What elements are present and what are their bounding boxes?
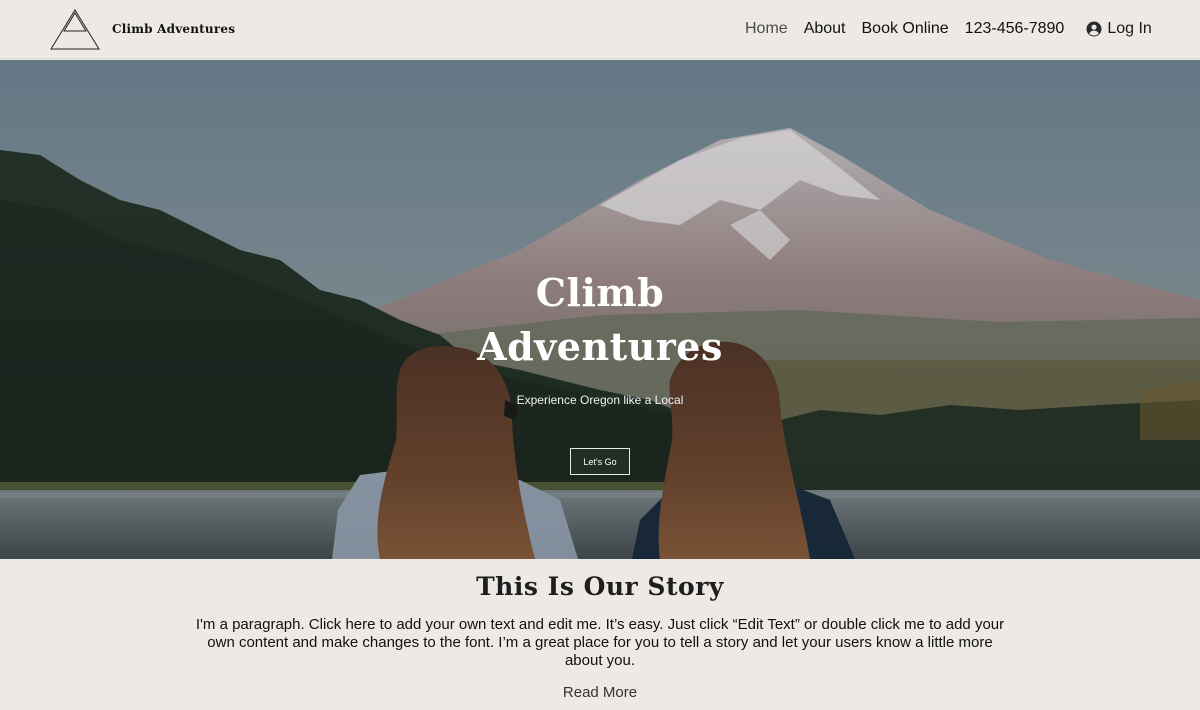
story-heading: This Is Our Story: [476, 572, 724, 601]
nav-home[interactable]: Home: [745, 20, 788, 38]
site-header: Climb Adventures Home About Book Online …: [0, 0, 1200, 59]
read-more-link[interactable]: Read More: [0, 684, 1200, 701]
hero-section: Climb Adventures Experience Oregon like …: [0, 60, 1200, 559]
logo-triangle-icon[interactable]: [50, 9, 100, 51]
hero-title-line-1: Climb: [535, 270, 665, 315]
login-label: Log In: [1107, 20, 1152, 37]
brand-name[interactable]: Climb Adventures: [112, 22, 235, 36]
nav-book-online[interactable]: Book Online: [862, 20, 949, 38]
lets-go-button[interactable]: Let's Go: [570, 448, 630, 475]
hero-subtitle: Experience Oregon like a Local: [516, 393, 684, 407]
phone-number: 123-456-7890: [964, 20, 1065, 37]
nav-about[interactable]: About: [804, 20, 846, 38]
login-button[interactable]: Log In: [1086, 20, 1152, 38]
main-nav: Home About Book Online 123-456-7890 Log …: [745, 20, 1152, 38]
story-paragraph: I'm a paragraph. Click here to add your …: [195, 616, 1005, 669]
user-icon: [1086, 21, 1102, 37]
hero-title: Climb Adventures: [0, 266, 1200, 374]
hero-title-line-2: Adventures: [477, 324, 723, 369]
